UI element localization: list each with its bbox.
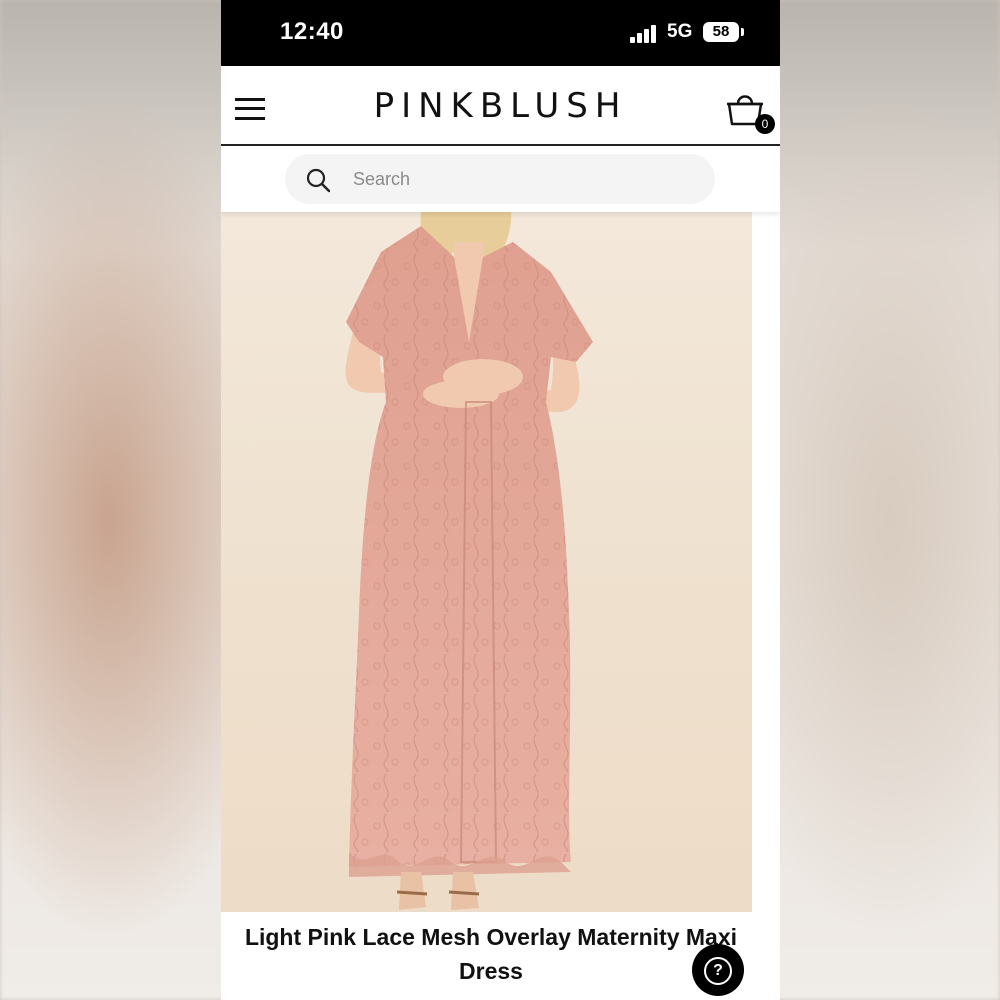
- product-image[interactable]: [221, 212, 752, 912]
- search-bar-container: Search: [221, 146, 780, 212]
- search-placeholder: Search: [353, 169, 411, 189]
- search-icon: [306, 168, 331, 193]
- status-time: 12:40: [280, 18, 344, 45]
- cart-button[interactable]: 0: [725, 90, 775, 136]
- dress-illustration: [345, 212, 593, 910]
- cart-count-badge: 0: [755, 114, 775, 134]
- phone-screen: 12:40 5G 58 PINKBLUSH 0 Search Light Pin…: [221, 0, 780, 1000]
- help-button[interactable]: ?: [692, 944, 744, 996]
- site-header: PINKBLUSH 0: [221, 72, 780, 146]
- search-input[interactable]: Search: [285, 154, 715, 204]
- question-icon: ?: [704, 956, 732, 985]
- product-title: Light Pink Lace Mesh Overlay Maternity M…: [244, 924, 738, 984]
- brand-logo[interactable]: PINKBLUSH: [221, 86, 780, 126]
- status-bar: 12:40 5G 58: [221, 0, 780, 66]
- signal-icon: [630, 25, 658, 43]
- battery-icon: 58: [703, 22, 739, 42]
- battery-tip: [741, 28, 744, 36]
- network-label: 5G: [667, 21, 693, 42]
